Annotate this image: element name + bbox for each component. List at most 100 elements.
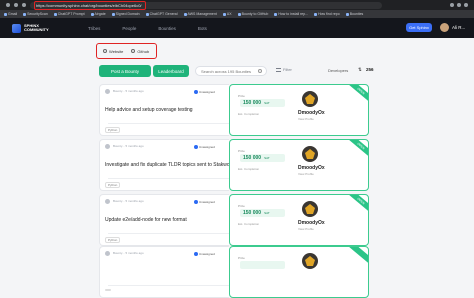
bookmark-label: How find repo xyxy=(318,12,340,16)
bookmark-item[interactable]: UX xyxy=(222,12,232,16)
bookmark-label: AWS Management xyxy=(187,12,217,16)
url-highlight-box xyxy=(34,0,146,10)
bounty-card[interactable]: Bounty... 5 months ago Unassigned Prize xyxy=(99,246,369,298)
bookmark-icon xyxy=(237,12,241,16)
bookmark-item[interactable]: AWS Management xyxy=(183,12,217,16)
status-label: Unassigned xyxy=(199,200,215,204)
bookmark-icon xyxy=(183,12,187,16)
back-icon[interactable] xyxy=(6,3,10,7)
divider xyxy=(108,123,232,124)
website-label: Website xyxy=(109,48,124,54)
view-profile-link[interactable]: View Profile xyxy=(298,117,314,121)
site-logo[interactable]: SPHINX COMMUNITY xyxy=(0,23,58,33)
estimate-label: Est. Completion xyxy=(238,222,260,226)
nav-bounties[interactable]: Bounties xyxy=(158,26,176,31)
bounty-title[interactable]: Update e2e/add-node for new format xyxy=(105,217,187,223)
sort-direction-icon[interactable]: ⇅ xyxy=(358,67,362,73)
bounty-card[interactable]: Bounty... 5 months ago Unassigned Invest… xyxy=(99,139,369,191)
bounty-card[interactable]: Bounty... 5 months ago Unassigned Help a… xyxy=(99,84,369,136)
org-logo-icon[interactable] xyxy=(302,253,318,269)
bookmark-item[interactable]: Bounty to GitHub xyxy=(237,12,268,16)
divider xyxy=(108,233,232,234)
bookmark-label: UX xyxy=(226,12,232,16)
bounty-meta: Bounty... 5 months ago xyxy=(105,89,144,94)
user-menu[interactable]: Ali R... xyxy=(440,23,465,32)
nav-people[interactable]: People xyxy=(122,26,136,31)
github-label: Github xyxy=(137,48,150,54)
bookmark-item[interactable]: How to install rep... xyxy=(274,12,308,16)
nav-bots[interactable]: Bots xyxy=(198,26,207,31)
bounty-title[interactable]: Investigate and fix duplicate TLDR topic… xyxy=(105,162,234,168)
bounty-title[interactable]: Help advice and setup coverage testing xyxy=(105,107,193,113)
bookmark-label: Signed Domain xyxy=(115,12,140,16)
reward-unit: SAT xyxy=(264,211,270,215)
bookmark-label: SecurityScan xyxy=(27,12,48,16)
filter-button[interactable]: Filter xyxy=(276,67,292,72)
status-ribbon: OPEN xyxy=(346,85,368,105)
org-name[interactable]: DmoodyOx xyxy=(298,110,325,116)
github-option[interactable]: Github xyxy=(131,49,149,54)
status-icon xyxy=(194,145,198,149)
reward-amount: 150 000 xyxy=(243,155,262,161)
forward-icon[interactable] xyxy=(14,3,18,7)
org-name[interactable]: DmoodyOx xyxy=(298,165,325,171)
leaderboard-button[interactable]: Leaderboard xyxy=(153,65,189,77)
bookmark-item[interactable]: Gmail xyxy=(4,12,17,16)
profile-icon[interactable] xyxy=(457,3,461,7)
get-sphinx-button[interactable]: Get Sphinx xyxy=(406,23,432,32)
bookmark-item[interactable]: SecurityScan xyxy=(23,12,48,16)
search-input[interactable] xyxy=(201,68,259,74)
bounty-card-reward: Prize xyxy=(229,246,369,298)
bookmark-item[interactable]: Bounties xyxy=(345,12,364,16)
language-tag: Python xyxy=(105,237,121,243)
status-ribbon: OPEN xyxy=(346,195,368,215)
status-ribbon: OPEN xyxy=(346,140,368,160)
bookmark-item[interactable]: Airgate xyxy=(90,12,106,16)
reward-amount-box: 150 000 SAT xyxy=(240,209,285,217)
view-profile-link[interactable]: View Profile xyxy=(298,227,314,231)
bookmark-icon xyxy=(111,12,115,16)
bounty-card-reward: Prize 150 000 SAT Est. Completion Dmoody… xyxy=(229,194,369,246)
reload-icon[interactable] xyxy=(22,3,26,7)
bookmark-label: Bounties xyxy=(349,12,364,16)
reward-unit: SAT xyxy=(264,101,270,105)
extensions-icon[interactable] xyxy=(450,3,454,7)
bounty-meta-text: Bounty... 5 months ago xyxy=(113,143,144,148)
bookmark-label: Gmail xyxy=(8,12,18,16)
bookmark-item[interactable]: ChatGPT General xyxy=(145,12,178,16)
org-logo-icon[interactable] xyxy=(302,91,318,107)
language-tag xyxy=(105,289,111,291)
nav-tribes[interactable]: Tribes xyxy=(88,26,100,31)
org-name[interactable]: DmoodyOx xyxy=(298,220,325,226)
bounty-card[interactable]: Bounty... 5 months ago Unassigned Update… xyxy=(99,194,369,246)
reward-amount-box xyxy=(240,261,285,269)
menu-icon[interactable] xyxy=(464,3,468,7)
bookmark-item[interactable]: How find repo xyxy=(314,12,340,16)
bookmark-label: ChatGPT General xyxy=(149,12,178,16)
bookmark-icon xyxy=(23,12,27,16)
status-icon xyxy=(194,90,198,94)
sort-select[interactable]: Developers xyxy=(328,66,356,75)
bounty-meta-text: Bounty... 5 months ago xyxy=(113,198,144,203)
view-profile-link[interactable]: View Profile xyxy=(298,172,314,176)
org-logo-icon[interactable] xyxy=(302,201,318,217)
bookmark-item[interactable]: Signed Domain xyxy=(111,12,140,16)
filter-label: Filter xyxy=(283,67,292,72)
address-bar[interactable]: https://community.sphinx.chat/org/bounti… xyxy=(30,0,382,10)
prize-label: Prize xyxy=(238,94,245,98)
search-icon[interactable] xyxy=(258,69,262,73)
estimate-label: Est. Completion xyxy=(238,112,260,116)
bounty-card-details: Bounty... 5 months ago Unassigned Help a… xyxy=(99,84,232,136)
main-nav: Tribes People Bounties Bots xyxy=(88,26,207,31)
sphinx-logo-icon xyxy=(12,23,21,33)
bookmark-item[interactable]: ChatGPT Prompt xyxy=(53,12,85,16)
org-logo-icon[interactable] xyxy=(302,146,318,162)
website-option[interactable]: Website xyxy=(103,49,123,54)
bounty-card-details: Bounty... 5 months ago Unassigned xyxy=(99,246,232,298)
post-bounty-button[interactable]: Post a Bounty xyxy=(99,65,151,77)
bounty-card-reward: Prize 150 000 SAT Est. Completion Dmoody… xyxy=(229,139,369,191)
reward-amount-box: 150 000 SAT xyxy=(240,99,285,107)
site-header: SPHINX COMMUNITY Tribes People Bounties … xyxy=(0,18,474,38)
language-tag: Python xyxy=(105,182,121,188)
bookmark-label: Airgate xyxy=(94,12,106,16)
